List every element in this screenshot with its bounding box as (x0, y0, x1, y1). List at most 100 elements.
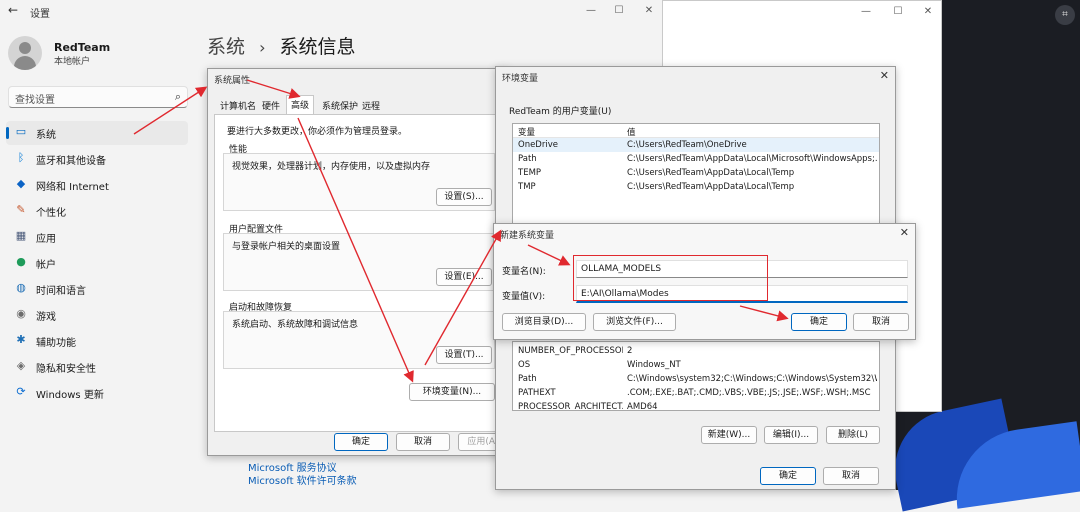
sidebar-item-label: 游戏 (36, 312, 56, 323)
close-icon[interactable]: ✕ (880, 69, 889, 82)
search-input[interactable]: 查找设置 ⌕ (8, 86, 188, 108)
tab-hardware[interactable]: 硬件 (258, 97, 284, 113)
startup-group: 系统启动、系统故障和调试信息 设置(T)... (223, 311, 495, 369)
variable-value-cell: C:\Users\RedTeam\AppData\Local\Temp (627, 168, 795, 178)
update-icon: ⟳ (16, 385, 26, 398)
system-variables-list[interactable]: NUMBER_OF_PROCESSORS 2 OS Windows_NT Path C:\… (512, 341, 880, 411)
sidebar-item-entry[interactable]: ✱ 辅助功能 (6, 329, 188, 353)
variable-name-cell: TMP (518, 182, 536, 192)
column-value[interactable]: 值 (627, 126, 636, 138)
minimize-icon[interactable]: — (578, 0, 604, 22)
sidebar-item-label: 辅助功能 (36, 338, 76, 349)
sidebar-item-label: 隐私和安全性 (36, 364, 96, 375)
maximize-icon[interactable]: ☐ (885, 1, 911, 23)
close-icon[interactable]: ✕ (915, 1, 941, 23)
sidebar-item-entry[interactable]: ✎ 个性化 (6, 199, 188, 223)
tab-system-protection[interactable]: 系统保护 (318, 97, 362, 113)
variable-name-cell: NUMBER_OF_PROCESSORS (518, 346, 623, 356)
maximize-icon[interactable]: ☐ (606, 0, 632, 22)
sidebar-item-entry[interactable]: ● 帐户 (6, 251, 188, 275)
minimize-icon[interactable]: — (853, 1, 879, 23)
table-row[interactable]: OS Windows_NT (513, 358, 879, 372)
startup-desc: 系统启动、系统故障和调试信息 (232, 320, 359, 330)
variable-name-cell: Path (518, 374, 537, 384)
avatar[interactable] (8, 36, 42, 70)
browse-file-button[interactable]: 浏览文件(F)... (593, 313, 676, 331)
sidebar-item-entry[interactable]: ◉ 游戏 (6, 303, 188, 327)
user-profile-group: 与登录帐户相关的桌面设置 设置(E)... (223, 233, 495, 291)
variable-value-cell: AMD64 (627, 402, 658, 411)
variable-value-cell: C:\Users\RedTeam\OneDrive (627, 140, 747, 150)
screenshot-tool-icon[interactable]: ⌗ (1055, 5, 1075, 25)
ok-button[interactable]: 确定 (334, 433, 388, 451)
variable-value-cell: C:\Users\RedTeam\AppData\Local\Microsoft… (627, 154, 877, 164)
user-variables-list[interactable]: 变量 值 OneDrive C:\Users\RedTeam\OneDrive Pa… (512, 123, 880, 233)
profile-settings-button[interactable]: 设置(E)... (436, 268, 492, 286)
variable-name-cell: PATHEXT (518, 388, 556, 398)
close-icon[interactable]: ✕ (900, 226, 909, 239)
startup-settings-button[interactable]: 设置(T)... (436, 346, 492, 364)
sidebar-item-entry[interactable]: ▦ 应用 (6, 225, 188, 249)
tab-advanced[interactable]: 高级 (286, 95, 315, 114)
browse-directory-button[interactable]: 浏览目录(D)... (502, 313, 586, 331)
sidebar-item-entry[interactable]: ⟳ Windows 更新 (6, 381, 188, 405)
sidebar-item-entry[interactable]: ᛒ 蓝牙和其他设备 (6, 147, 188, 171)
user-vars-label: RedTeam 的用户变量(U) (509, 107, 612, 117)
table-row[interactable]: NUMBER_OF_PROCESSORS 2 (513, 344, 879, 358)
back-arrow-icon[interactable]: ← (8, 3, 18, 17)
sidebar-item-label: 系统 (36, 130, 56, 141)
breadcrumb-separator: › (259, 38, 266, 57)
variable-name-cell: Path (518, 154, 537, 164)
sidebar-item-entry[interactable]: ◈ 隐私和安全性 (6, 355, 188, 379)
variable-name-cell: PROCESSOR_ARCHITECT... (518, 402, 623, 411)
table-row[interactable]: PROCESSOR_ARCHITECT... AMD64 (513, 400, 879, 411)
table-row[interactable]: OneDrive C:\Users\RedTeam\OneDrive (513, 138, 879, 152)
table-row[interactable]: PATHEXT .COM;.EXE;.BAT;.CMD;.VBS;.VBE;.JS… (513, 386, 879, 400)
system-rows: NUMBER_OF_PROCESSORS 2 OS Windows_NT Path C:\… (513, 342, 879, 411)
environment-variables-button[interactable]: 环境变量(N)... (409, 383, 495, 401)
delete-variable-button[interactable]: 删除(L) (826, 426, 880, 444)
new-variable-button[interactable]: 新建(W)... (701, 426, 757, 444)
apps-icon: ▦ (15, 229, 27, 242)
column-variable[interactable]: 变量 (518, 126, 535, 138)
sidebar-item-entry[interactable]: ◍ 时间和语言 (6, 277, 188, 301)
breadcrumb-parent[interactable]: 系统 (207, 36, 245, 58)
system-properties-dialog: 系统属性 计算机名 硬件 高级 系统保护 远程 要进行大多数更改，你必须作为管理… (207, 68, 509, 456)
tab-panel: 要进行大多数更改，你必须作为管理员登录。 性能 视觉效果，处理器计划，内存使用，… (214, 114, 502, 432)
sidebar-item-system[interactable]: ▭ 系统 (6, 121, 188, 145)
sidebar-item-label: Windows 更新 (36, 390, 104, 401)
performance-settings-button[interactable]: 设置(S)... (436, 188, 492, 206)
account-icon: ● (16, 255, 26, 268)
table-row[interactable]: TMP C:\Users\RedTeam\AppData\Local\Temp (513, 180, 879, 194)
tab-strip: 计算机名 硬件 高级 系统保护 远程 (214, 95, 502, 115)
performance-desc: 视觉效果，处理器计划，内存使用，以及虚拟内存 (232, 162, 431, 172)
edit-variable-button[interactable]: 编辑(I)... (764, 426, 818, 444)
sidebar-item-label: 帐户 (36, 260, 56, 271)
dialog-title: 系统属性 (214, 76, 251, 86)
license-terms-link[interactable]: Microsoft 软件许可条款 (248, 472, 357, 487)
close-icon[interactable]: ✕ (636, 0, 662, 22)
cancel-button[interactable]: 取消 (853, 313, 909, 331)
ok-button[interactable]: 确定 (791, 313, 847, 331)
gamepad-icon: ◉ (16, 307, 26, 320)
list-header: 变量 值 (513, 124, 879, 138)
cancel-button[interactable]: 取消 (823, 467, 879, 485)
dialog-title: 新建系统变量 (500, 231, 555, 241)
active-indicator (6, 127, 9, 139)
new-system-variable-dialog: 新建系统变量 ✕ 变量名(N): OLLAMA_MODELS 变量值(V): E… (493, 223, 916, 340)
tab-computer-name[interactable]: 计算机名 (216, 97, 260, 113)
monitor-icon: ▭ (15, 125, 27, 138)
tab-remote[interactable]: 远程 (358, 97, 384, 113)
table-row[interactable]: Path C:\Users\RedTeam\AppData\Local\Micro… (513, 152, 879, 166)
variable-value-cell: C:\Users\RedTeam\AppData\Local\Temp (627, 182, 795, 192)
variable-name-cell: OneDrive (518, 140, 558, 150)
variable-name-cell: TEMP (518, 168, 542, 178)
ok-button[interactable]: 确定 (760, 467, 816, 485)
sidebar-item-entry[interactable]: ◆ 网络和 Internet (6, 173, 188, 197)
table-row[interactable]: Path C:\Windows\system32;C:\Windows;C:\Wi… (513, 372, 879, 386)
cancel-button[interactable]: 取消 (396, 433, 450, 451)
variable-value-cell: .COM;.EXE;.BAT;.CMD;.VBS;.VBE;.JS;.JSE;.… (627, 388, 871, 398)
table-row[interactable]: TEMP C:\Users\RedTeam\AppData\Local\Temp (513, 166, 879, 180)
admin-notice: 要进行大多数更改，你必须作为管理员登录。 (227, 127, 408, 137)
performance-group: 视觉效果，处理器计划，内存使用，以及虚拟内存 设置(S)... (223, 153, 495, 211)
